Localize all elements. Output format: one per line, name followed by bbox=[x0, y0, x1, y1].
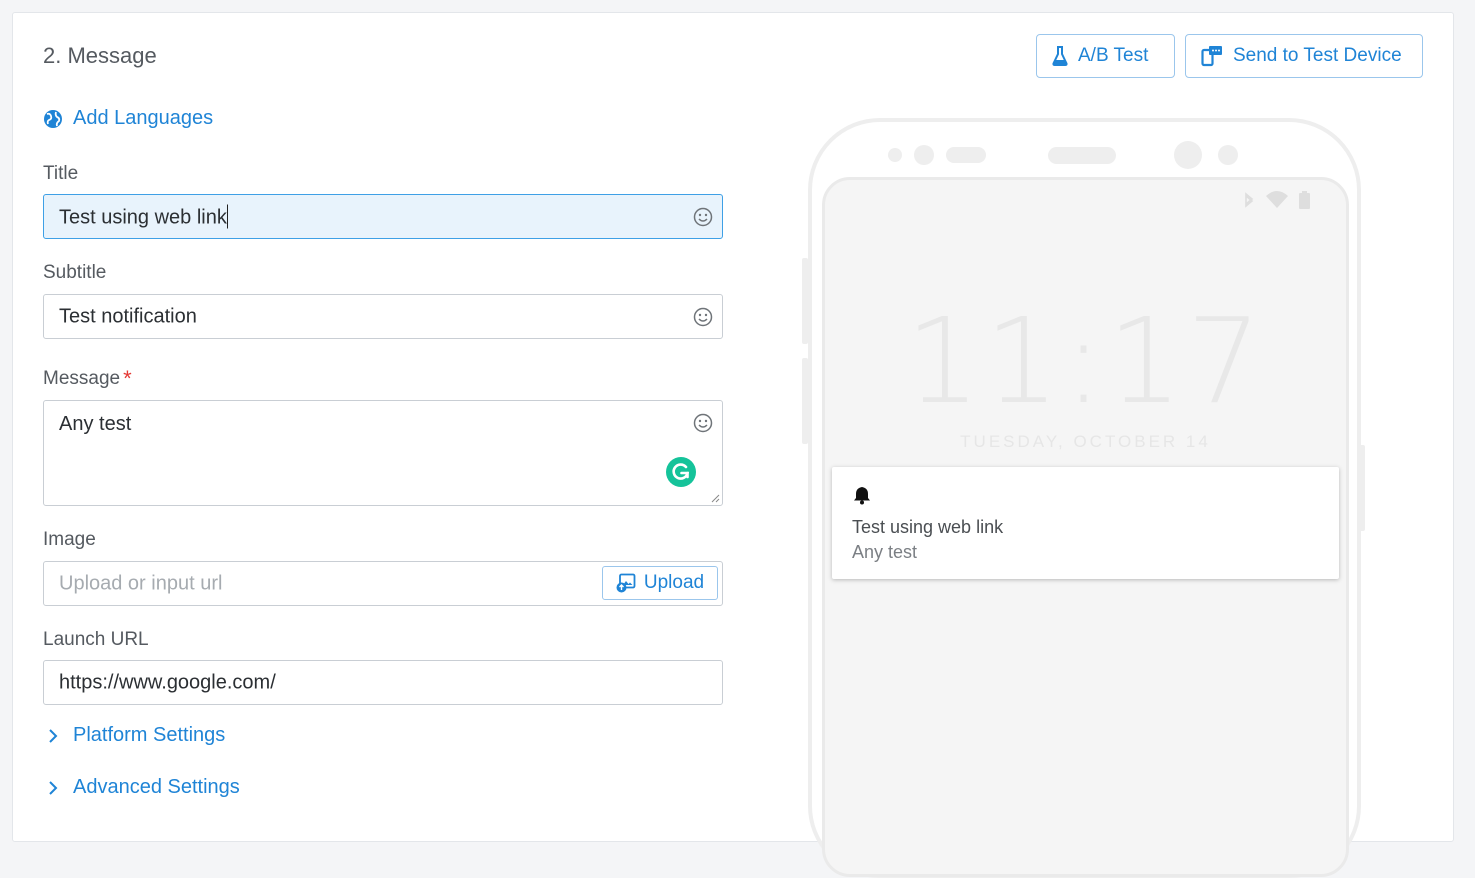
notification-preview: Test using web link Any test bbox=[832, 467, 1339, 579]
image-url-placeholder: Upload or input url bbox=[59, 572, 223, 594]
send-to-test-device-label: Send to Test Device bbox=[1233, 45, 1402, 66]
platform-settings-label: Platform Settings bbox=[73, 724, 226, 746]
title-input[interactable]: Test using web link bbox=[43, 194, 723, 239]
notification-body: Any test bbox=[852, 542, 918, 562]
grammarly-icon[interactable] bbox=[666, 457, 696, 487]
bell-icon bbox=[854, 487, 870, 505]
message-label: Message * bbox=[43, 366, 132, 391]
advanced-settings-toggle[interactable]: Advanced Settings bbox=[47, 776, 240, 799]
required-mark: * bbox=[123, 366, 132, 391]
message-card: 2. Message A/B Test Send to Test Device … bbox=[12, 12, 1454, 878]
section-title: 2. Message bbox=[43, 43, 157, 68]
bluetooth-icon bbox=[1245, 192, 1254, 208]
phone-preview: 11:17 TUESDAY, OCTOBER 14 Test using web… bbox=[808, 118, 1361, 878]
upload-label: Upload bbox=[643, 572, 705, 593]
add-languages-link[interactable]: Add Languages bbox=[43, 107, 213, 130]
message-value: Any test bbox=[59, 413, 132, 435]
emoji-icon[interactable] bbox=[693, 207, 713, 227]
advanced-settings-label: Advanced Settings bbox=[73, 776, 240, 798]
subtitle-value: Test notification bbox=[59, 305, 197, 327]
ab-test-button[interactable]: A/B Test bbox=[1036, 34, 1175, 78]
devices-icon bbox=[1201, 46, 1222, 67]
add-languages-label: Add Languages bbox=[73, 107, 214, 129]
lockscreen-date: TUESDAY, OCTOBER 14 bbox=[960, 432, 1211, 451]
title-label: Title bbox=[43, 163, 79, 184]
platform-settings-toggle[interactable]: Platform Settings bbox=[47, 724, 225, 747]
emoji-icon[interactable] bbox=[693, 307, 713, 327]
upload-button[interactable]: Upload bbox=[602, 566, 718, 600]
subtitle-label: Subtitle bbox=[43, 262, 107, 283]
chevron-right-icon bbox=[49, 780, 58, 795]
emoji-icon[interactable] bbox=[693, 413, 713, 433]
launch-url-input[interactable]: https://www.google.com/ bbox=[43, 660, 723, 705]
launch-url-value: https://www.google.com/ bbox=[59, 671, 276, 693]
image-label: Image bbox=[43, 529, 96, 550]
chevron-right-icon bbox=[49, 728, 58, 743]
flask-icon bbox=[1052, 46, 1068, 66]
launch-url-label: Launch URL bbox=[43, 629, 149, 650]
subtitle-input[interactable]: Test notification bbox=[43, 294, 723, 339]
battery-icon bbox=[1299, 193, 1310, 209]
ab-test-label: A/B Test bbox=[1078, 45, 1149, 66]
phone-speaker-sensors bbox=[888, 141, 1238, 169]
message-textarea[interactable]: Any test bbox=[43, 400, 723, 506]
notification-title: Test using web link bbox=[852, 517, 1004, 537]
resize-handle-icon[interactable] bbox=[710, 493, 720, 503]
lockscreen-time: 11:17 bbox=[905, 292, 1266, 430]
image-upload-icon bbox=[616, 573, 636, 593]
title-value: Test using web link bbox=[59, 204, 228, 228]
phone-screen: 11:17 TUESDAY, OCTOBER 14 Test using web… bbox=[822, 177, 1349, 877]
send-to-test-device-button[interactable]: Send to Test Device bbox=[1185, 34, 1423, 78]
wifi-icon bbox=[1266, 191, 1288, 208]
image-url-input[interactable]: Upload or input url Upload bbox=[43, 561, 723, 606]
status-bar-icons bbox=[1245, 191, 1310, 209]
globe-icon bbox=[44, 109, 62, 128]
